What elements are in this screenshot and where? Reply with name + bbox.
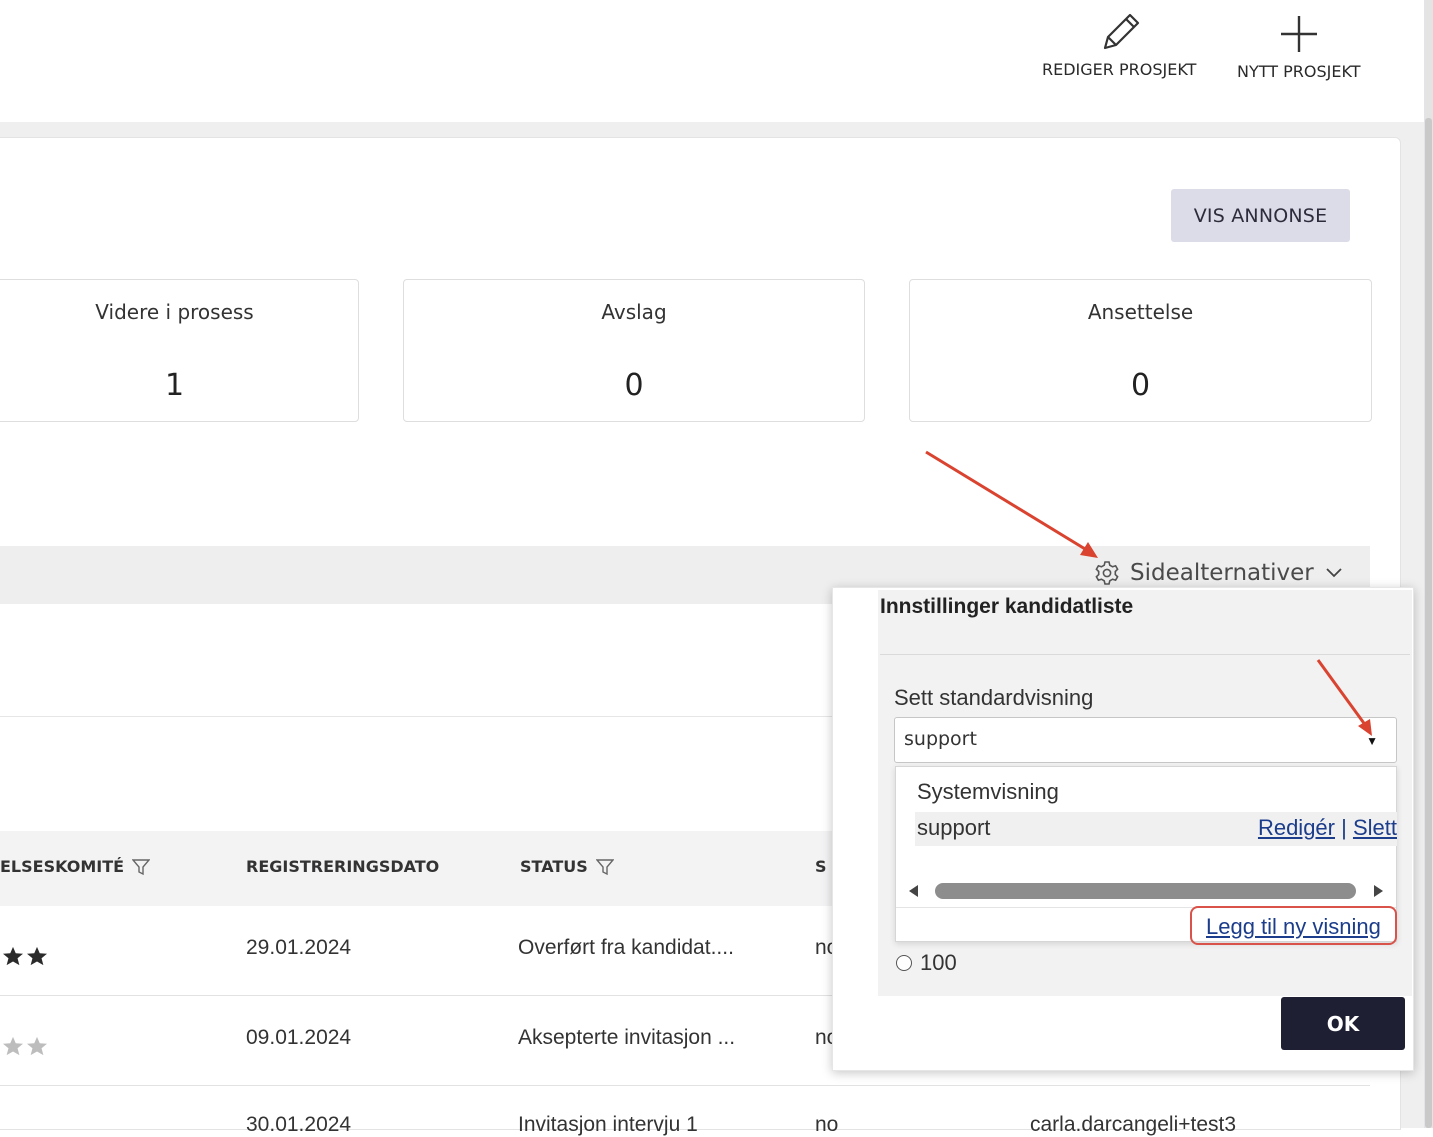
view-ad-button[interactable]: VIS ANNONSE [1171,189,1350,242]
ok-button[interactable]: OK [1281,997,1405,1050]
stat-value: 0 [1130,368,1151,403]
dropdown-option-support[interactable]: support [917,815,990,841]
page-size-option[interactable]: 100 [896,950,957,976]
status-cell[interactable]: Invitasjon intervju 1 [518,1113,698,1137]
action-separator: | [1341,815,1347,840]
pencil-icon [1104,13,1140,50]
column-header-committee[interactable]: ELSESKOMITÉ [0,857,151,876]
new-project-button[interactable]: NYTT PROSJEKT [1237,12,1360,81]
star-filled-icon [27,946,47,966]
column-header-label: REGISTRERINGSDATO [246,857,440,876]
selected-view-value: support [904,728,977,750]
page-options-toggle[interactable]: Sidealternativer [1094,560,1342,586]
stat-value: 1 [164,368,185,403]
settings-popup-divider [880,654,1410,655]
stat-title: Ansettelse [1087,300,1194,324]
filter-icon[interactable] [132,858,151,876]
page-scrollbar-thumb[interactable] [1425,118,1432,1128]
column-header-registration-date[interactable]: REGISTRERINGSDATO [246,857,439,876]
dropdown-option-system-view[interactable]: Systemvisning [917,779,1059,805]
edit-view-link[interactable]: Redigér [1258,815,1335,840]
settings-popup-title: Innstillinger kandidatliste [880,595,1134,618]
dropdown-scrollbar-thumb[interactable] [935,883,1356,899]
row-divider [0,1085,1370,1086]
stat-card-rejected[interactable]: Avslag 0 [403,279,865,422]
radio-button[interactable] [896,955,912,971]
add-new-view-link[interactable]: Legg til ny visning [1206,914,1381,940]
star-empty-icon [3,1036,23,1056]
chevron-down-icon [1326,568,1342,578]
registration-date-cell: 09.01.2024 [246,1026,352,1049]
edit-project-button[interactable]: REDIGER PROSJEKT [1042,8,1196,79]
stat-title: Avslag [601,300,667,324]
stat-card-in-process[interactable]: Videre i prosess 1 [0,279,359,422]
top-toolbar: REDIGER PROSJEKT NYTT PROSJEKT [0,0,1420,122]
filter-icon[interactable] [595,858,614,876]
plus-icon [1280,16,1317,52]
scroll-left-icon[interactable] [909,885,919,897]
default-view-label: Sett standardvisning [894,685,1094,710]
add-view-highlight: Legg til ny visning [1190,906,1397,945]
star-empty-icon [27,1036,47,1056]
column-header-label: ELSESKOMITÉ [0,857,125,876]
gear-icon [1095,561,1119,585]
stat-title: Videre i prosess [95,300,254,324]
new-project-label: NYTT PROSJEKT [1237,62,1361,81]
star-filled-icon [3,946,23,966]
delete-view-link[interactable]: Slett [1353,815,1397,840]
partial-cell: no [815,1113,839,1136]
page-size-label: 100 [920,950,957,975]
option-actions: Redigér | Slett [1258,815,1397,841]
rating-stars[interactable] [2,946,48,966]
column-header-partial[interactable]: S [815,857,827,876]
caret-down-icon: ▼ [1366,734,1378,748]
page-options-label: Sidealternativer [1130,560,1314,586]
page-scrollbar[interactable] [1424,0,1433,1128]
stat-card-hired[interactable]: Ansettelse 0 [909,279,1372,422]
registration-date-cell: 30.01.2024 [246,1113,352,1136]
rating-stars[interactable] [2,1036,48,1056]
column-header-label: S [815,857,827,876]
column-header-label: STATUS [520,857,588,876]
registration-date-cell: 29.01.2024 [246,936,352,959]
scroll-right-icon[interactable] [1373,885,1383,897]
default-view-select[interactable]: support ▼ [894,717,1397,763]
stat-value: 0 [624,368,644,403]
edit-project-label: REDIGER PROSJEKT [1042,60,1197,79]
status-cell[interactable]: Overført fra kandidat.... [518,936,734,960]
column-header-status[interactable]: STATUS [520,857,614,876]
email-cell: carla.darcangeli+test3 [1030,1113,1237,1136]
status-cell[interactable]: Aksepterte invitasjon ... [518,1026,735,1050]
